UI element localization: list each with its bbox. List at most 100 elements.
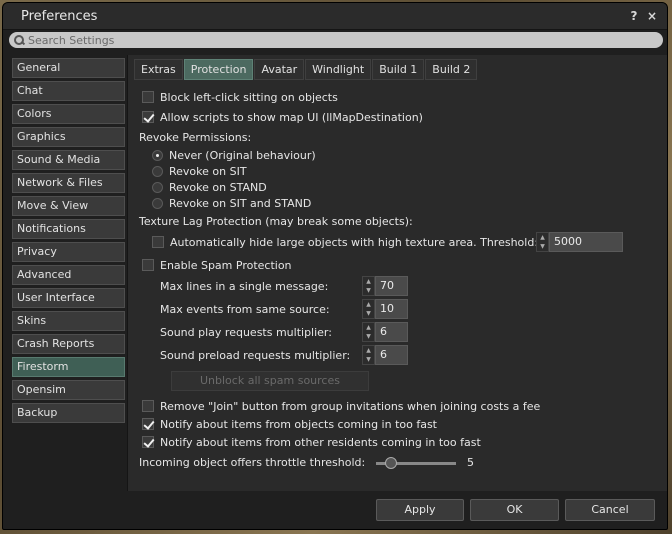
tab-avatar[interactable]: Avatar xyxy=(254,59,305,80)
sidebar-item-sound-media[interactable]: Sound & Media xyxy=(12,150,125,170)
sound-preload-label: Sound preload requests multiplier: xyxy=(160,348,351,362)
revoke-stand-option[interactable]: Revoke on STAND xyxy=(152,179,267,195)
apply-button[interactable]: Apply xyxy=(376,499,464,521)
remove-join-checkbox[interactable] xyxy=(142,400,154,412)
ok-button[interactable]: OK xyxy=(470,499,559,521)
threshold-spinner[interactable]: ▲ ▼ 5000 xyxy=(536,232,623,252)
settings-panel: Extras Protection Avatar Windlight Build… xyxy=(127,55,667,491)
enable-spam-option[interactable]: Enable Spam Protection xyxy=(142,257,292,273)
sound-play-value[interactable]: 6 xyxy=(375,322,408,342)
max-lines-label: Max lines in a single message: xyxy=(160,279,329,293)
max-events-spinner[interactable]: ▲ ▼ 10 xyxy=(362,299,408,319)
close-button[interactable]: × xyxy=(643,9,661,23)
cancel-button[interactable]: Cancel xyxy=(565,499,655,521)
max-events-value[interactable]: 10 xyxy=(375,299,408,319)
revoke-permissions-heading: Revoke Permissions: xyxy=(139,130,252,144)
preferences-window: Preferences ? × Search Settings General … xyxy=(2,2,668,530)
sidebar-item-graphics[interactable]: Graphics xyxy=(12,127,125,147)
auto-hide-checkbox[interactable] xyxy=(152,236,164,248)
threshold-spinner-arrows[interactable]: ▲ ▼ xyxy=(536,232,549,252)
max-events-spinner-arrows[interactable]: ▲ ▼ xyxy=(362,299,375,319)
spin-up-icon[interactable]: ▲ xyxy=(540,234,545,241)
spin-up-icon[interactable]: ▲ xyxy=(366,278,371,285)
search-placeholder: Search Settings xyxy=(28,33,115,47)
enable-spam-checkbox[interactable] xyxy=(142,259,154,271)
revoke-never-radio[interactable] xyxy=(152,149,163,161)
sidebar-item-network-files[interactable]: Network & Files xyxy=(12,173,125,193)
category-sidebar: General Chat Colors Graphics Sound & Med… xyxy=(12,58,125,426)
sidebar-item-advanced[interactable]: Advanced xyxy=(12,265,125,285)
sidebar-item-backup[interactable]: Backup xyxy=(12,403,125,423)
threshold-value[interactable]: 5000 xyxy=(549,232,623,252)
tab-build-2[interactable]: Build 2 xyxy=(425,59,478,80)
allow-map-ui-option[interactable]: Allow scripts to show map UI (llMapDesti… xyxy=(142,109,423,125)
sidebar-item-move-view[interactable]: Move & View xyxy=(12,196,125,216)
title-bar[interactable]: Preferences ? × xyxy=(3,3,667,30)
throttle-value: 5 xyxy=(467,455,474,469)
revoke-sit-option[interactable]: Revoke on SIT xyxy=(152,163,247,179)
sidebar-item-privacy[interactable]: Privacy xyxy=(12,242,125,262)
revoke-stand-radio[interactable] xyxy=(152,181,163,193)
revoke-sit-radio[interactable] xyxy=(152,165,163,177)
revoke-stand-label: Revoke on STAND xyxy=(169,180,267,194)
sidebar-item-opensim[interactable]: Opensim xyxy=(12,380,125,400)
max-lines-spinner[interactable]: ▲ ▼ 70 xyxy=(362,276,408,296)
tab-build-1[interactable]: Build 1 xyxy=(372,59,425,80)
sidebar-item-colors[interactable]: Colors xyxy=(12,104,125,124)
block-left-click-checkbox[interactable] xyxy=(142,91,154,103)
revoke-sit-label: Revoke on SIT xyxy=(169,164,247,178)
tab-extras[interactable]: Extras xyxy=(134,59,183,80)
search-input[interactable]: Search Settings xyxy=(9,32,663,48)
remove-join-label: Remove "Join" button from group invitati… xyxy=(160,399,541,413)
tab-protection[interactable]: Protection xyxy=(183,59,254,80)
sound-play-label: Sound play requests multiplier: xyxy=(160,325,332,339)
sound-play-spinner[interactable]: ▲ ▼ 6 xyxy=(362,322,408,342)
spin-down-icon[interactable]: ▼ xyxy=(540,243,545,250)
notify-residents-option[interactable]: Notify about items from other residents … xyxy=(142,434,481,450)
revoke-never-option[interactable]: Never (Original behaviour) xyxy=(152,147,316,163)
notify-objects-option[interactable]: Notify about items from objects coming i… xyxy=(142,416,437,432)
spin-down-icon[interactable]: ▼ xyxy=(366,310,371,317)
block-left-click-label: Block left-click sitting on objects xyxy=(160,90,338,104)
auto-hide-label: Automatically hide large objects with hi… xyxy=(170,235,539,249)
sidebar-item-chat[interactable]: Chat xyxy=(12,81,125,101)
block-left-click-option[interactable]: Block left-click sitting on objects xyxy=(142,89,338,105)
spin-up-icon[interactable]: ▲ xyxy=(366,347,371,354)
allow-map-ui-checkbox[interactable] xyxy=(142,111,154,123)
throttle-slider-handle[interactable] xyxy=(385,457,397,469)
remove-join-option[interactable]: Remove "Join" button from group invitati… xyxy=(142,398,540,414)
max-lines-spinner-arrows[interactable]: ▲ ▼ xyxy=(362,276,375,296)
spin-up-icon[interactable]: ▲ xyxy=(366,324,371,331)
sound-preload-value[interactable]: 6 xyxy=(375,345,408,365)
help-button[interactable]: ? xyxy=(625,9,643,23)
tab-bar: Extras Protection Avatar Windlight Build… xyxy=(134,59,478,80)
texture-lag-heading: Texture Lag Protection (may break some o… xyxy=(139,214,413,228)
spin-up-icon[interactable]: ▲ xyxy=(366,301,371,308)
sound-play-spinner-arrows[interactable]: ▲ ▼ xyxy=(362,322,375,342)
sidebar-item-skins[interactable]: Skins xyxy=(12,311,125,331)
unblock-spam-button[interactable]: Unblock all spam sources xyxy=(171,371,369,391)
search-icon xyxy=(13,34,25,46)
spin-down-icon[interactable]: ▼ xyxy=(366,333,371,340)
sidebar-item-firestorm[interactable]: Firestorm xyxy=(12,357,125,377)
sidebar-item-notifications[interactable]: Notifications xyxy=(12,219,125,239)
spin-down-icon[interactable]: ▼ xyxy=(366,356,371,363)
sound-preload-spinner[interactable]: ▲ ▼ 6 xyxy=(362,345,408,365)
auto-hide-option[interactable]: Automatically hide large objects with hi… xyxy=(152,234,538,250)
notify-residents-checkbox[interactable] xyxy=(142,436,154,448)
notify-residents-label: Notify about items from other residents … xyxy=(160,435,481,449)
sidebar-item-general[interactable]: General xyxy=(12,58,125,78)
max-lines-value[interactable]: 70 xyxy=(375,276,408,296)
notify-objects-checkbox[interactable] xyxy=(142,418,154,430)
spin-down-icon[interactable]: ▼ xyxy=(366,287,371,294)
allow-map-ui-label: Allow scripts to show map UI (llMapDesti… xyxy=(160,110,423,124)
revoke-never-label: Never (Original behaviour) xyxy=(169,148,316,162)
sidebar-item-crash-reports[interactable]: Crash Reports xyxy=(12,334,125,354)
sidebar-item-user-interface[interactable]: User Interface xyxy=(12,288,125,308)
max-events-label: Max events from same source: xyxy=(160,302,330,316)
enable-spam-label: Enable Spam Protection xyxy=(160,258,292,272)
revoke-sit-stand-option[interactable]: Revoke on SIT and STAND xyxy=(152,195,311,211)
tab-windlight[interactable]: Windlight xyxy=(305,59,372,80)
sound-preload-spinner-arrows[interactable]: ▲ ▼ xyxy=(362,345,375,365)
revoke-sit-stand-radio[interactable] xyxy=(152,197,163,209)
